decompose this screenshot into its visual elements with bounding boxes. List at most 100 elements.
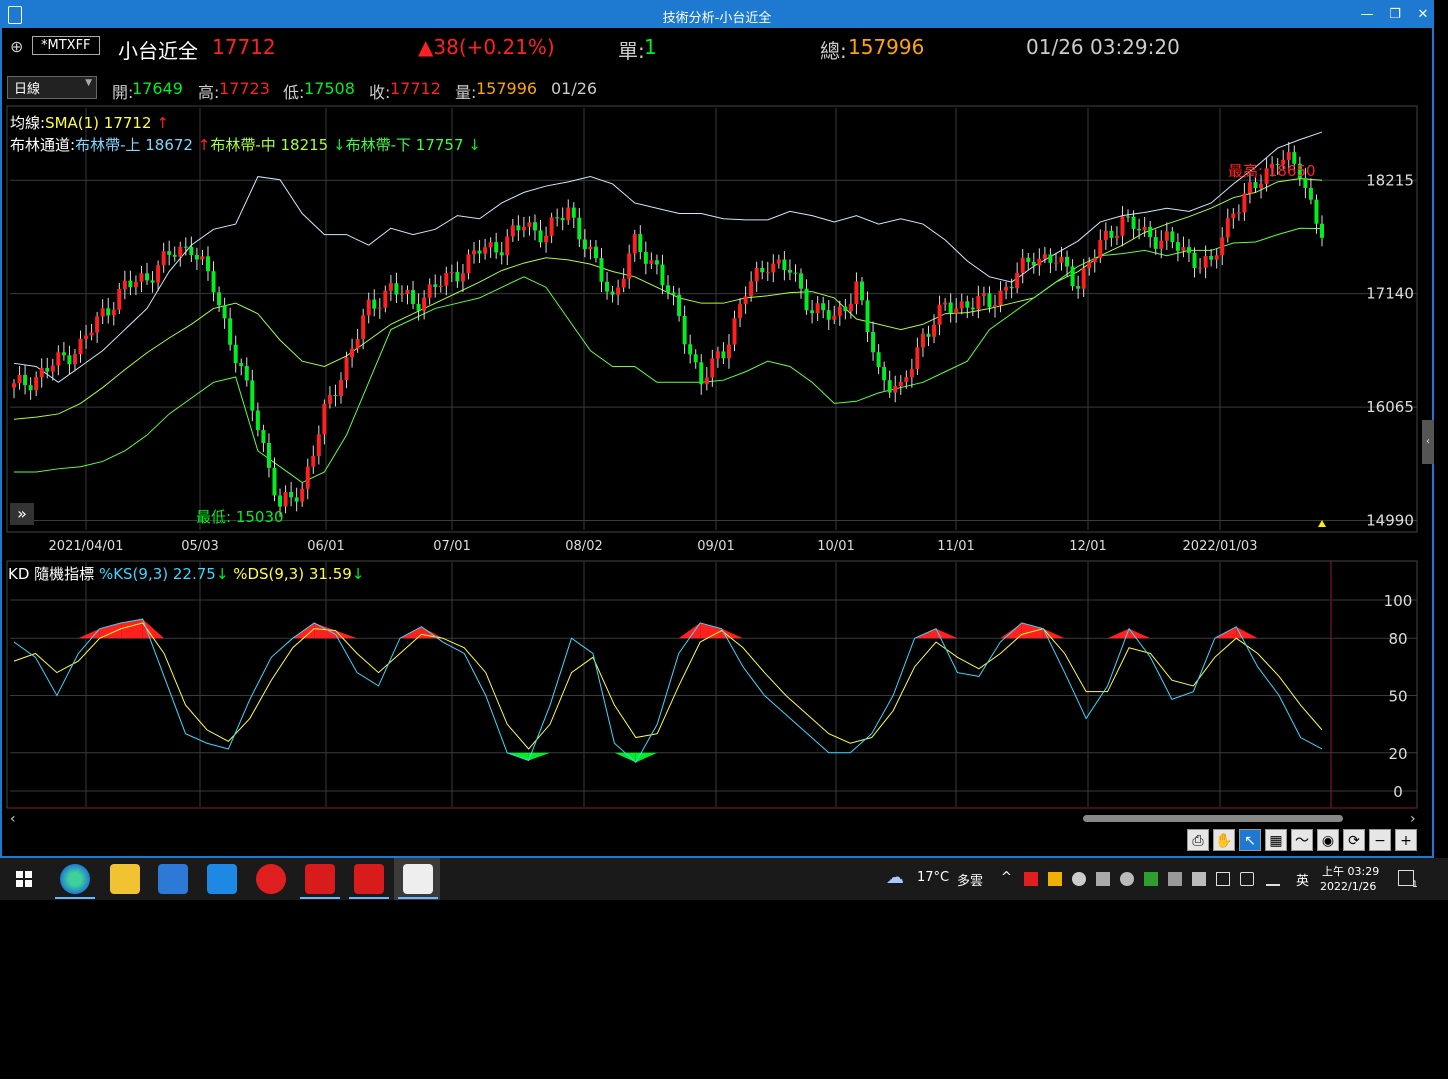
horizontal-scrollbar-thumb[interactable] (1083, 815, 1343, 822)
candle-body (726, 344, 731, 359)
candle-body (710, 358, 715, 378)
chevron-up-icon[interactable]: ^ (1001, 870, 1012, 885)
tray-app-icon[interactable] (1072, 872, 1086, 886)
volume-icon[interactable] (1240, 872, 1254, 886)
candle-body (605, 281, 610, 292)
pen-icon[interactable] (1266, 872, 1280, 886)
zoom-out-icon[interactable]: − (1369, 829, 1391, 851)
candle-body (17, 374, 22, 384)
candle-body (1103, 230, 1108, 240)
store-icon[interactable] (158, 864, 188, 894)
candle-body (1081, 268, 1086, 289)
candle-body (1198, 267, 1203, 269)
candle-body (411, 290, 416, 304)
pointer-icon[interactable]: ↖ (1239, 829, 1261, 851)
candle-body (1037, 258, 1042, 266)
candle-body (494, 242, 499, 253)
candle-body (566, 207, 571, 221)
candle-body (28, 385, 33, 391)
shield-icon[interactable] (1144, 872, 1158, 886)
candle-body (122, 280, 127, 289)
candle-body (361, 315, 366, 340)
candle-body (1148, 226, 1153, 238)
tray-app-icon[interactable] (1096, 872, 1110, 886)
kd-series (13, 618, 1323, 764)
refresh-icon[interactable]: ⟳ (1343, 829, 1365, 851)
candle-body (427, 284, 432, 298)
candle-body (804, 288, 809, 311)
kd-overbought-fill (936, 628, 958, 639)
bolt-app-icon[interactable] (305, 864, 335, 894)
kd-overbought-fill (678, 622, 701, 639)
axis-labels: 2021/04/01 05/03 06/01 07/01 08/02 09/01 10/01… (49, 171, 1414, 801)
x-tick-label: 12/01 (1069, 539, 1106, 554)
tray-app-icon[interactable] (1024, 872, 1038, 886)
candle-body (23, 374, 28, 386)
price-grid (6, 105, 1418, 533)
trading-app-icon[interactable] (354, 864, 384, 894)
zoom-in-icon[interactable]: + (1395, 829, 1417, 851)
candle-body (771, 263, 776, 273)
kd-legend: KD 隨機指標 %KS(9,3) 22.75↓ %DS(9,3) 31.59↓ (8, 563, 364, 584)
candle-body (1236, 212, 1241, 214)
analysis-app-icon[interactable] (403, 864, 433, 894)
candle-body (438, 285, 443, 288)
tray-app-icon[interactable] (1192, 872, 1206, 886)
candle-body (1181, 247, 1186, 251)
max-annotation: 最高: 18650 (1228, 162, 1316, 180)
candle-body (654, 260, 659, 265)
candle-body (854, 281, 859, 305)
candle-body (610, 291, 615, 295)
candle-body (555, 217, 560, 219)
right-scroll-handle[interactable]: ‹ (1422, 420, 1434, 464)
hand-icon[interactable]: ✋ (1213, 829, 1235, 851)
tray-app-icon[interactable] (1048, 872, 1062, 886)
candle-body (560, 218, 565, 221)
expand-panel-button[interactable]: » (10, 503, 34, 525)
candle-body (444, 272, 449, 286)
candle-body (649, 260, 654, 264)
candle-body (1092, 257, 1097, 263)
candle-body (948, 302, 953, 314)
temperature[interactable]: 17°C (917, 870, 949, 885)
sma-arrow: ↑ (156, 114, 169, 132)
candle-body (100, 308, 105, 317)
candle-body (666, 285, 670, 293)
chart-icon[interactable]: 〜 (1291, 829, 1313, 851)
print-icon[interactable]: ⎙ (1187, 829, 1209, 851)
cloud-icon[interactable]: ☁ (886, 867, 904, 888)
edge-icon[interactable] (60, 864, 90, 894)
eye-icon[interactable]: ◉ (1317, 829, 1339, 851)
candle-body (222, 305, 227, 319)
mail-icon[interactable] (207, 864, 237, 894)
candle-body (95, 316, 100, 333)
ds-line (13, 622, 1323, 750)
candle-body (45, 368, 50, 372)
ds-legend: %DS(9,3) 31.59 (233, 565, 352, 583)
opera-icon[interactable] (256, 864, 286, 894)
candle-body (34, 377, 39, 391)
cloud-sync-icon[interactable] (1168, 872, 1182, 886)
candle-body (145, 273, 150, 281)
candle-body (1120, 216, 1125, 236)
table-icon[interactable]: ▦ (1265, 829, 1287, 851)
candle-body (1087, 262, 1092, 269)
scroll-left-arrow[interactable]: ‹ (10, 811, 16, 827)
file-explorer-icon[interactable] (110, 864, 140, 894)
candle-body (643, 252, 648, 264)
clock-time[interactable]: 上午 03:29 (1322, 863, 1379, 879)
candle-body (339, 380, 343, 396)
ime-indicator[interactable]: 英 (1296, 870, 1309, 889)
chart-canvas[interactable]: 2021/04/01 05/03 06/01 07/01 08/02 09/01 10/01… (0, 0, 1448, 860)
weather-text[interactable]: 多雲 (957, 870, 983, 889)
candle-body (311, 455, 316, 467)
network-icon[interactable] (1216, 872, 1230, 886)
scroll-right-arrow[interactable]: › (1410, 811, 1416, 827)
clock-date[interactable]: 2022/1/26 (1320, 880, 1376, 893)
boll-legend: 布林通道:布林帶-上 18672 ↑布林帶-中 18215 ↓布林帶-下 177… (10, 134, 481, 155)
windows-start-icon[interactable] (16, 871, 32, 887)
candle-body (1320, 223, 1324, 238)
candle-body (965, 301, 970, 308)
candle-body (477, 250, 482, 254)
tray-app-icon[interactable] (1120, 872, 1134, 886)
